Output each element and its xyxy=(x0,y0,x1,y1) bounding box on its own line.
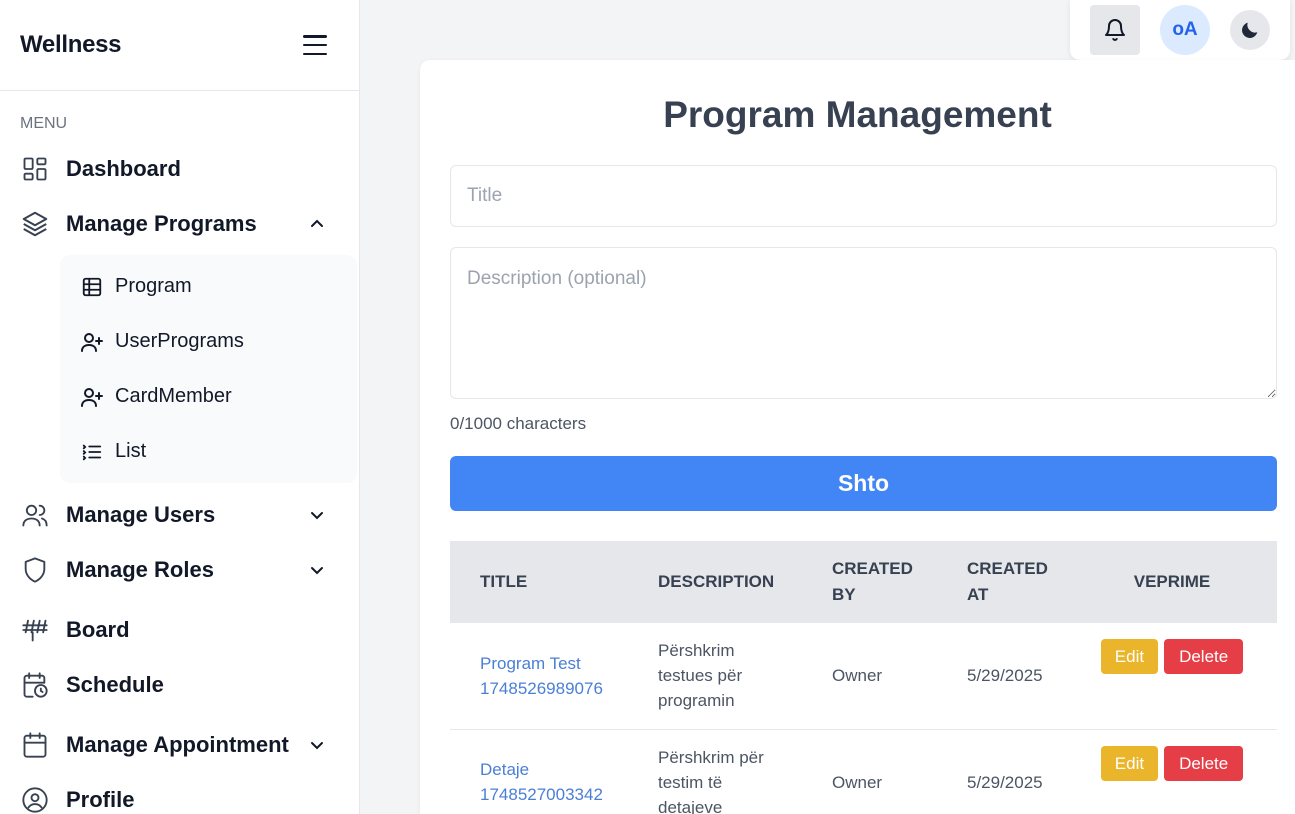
sidebar-subitem-userprograms[interactable]: UserPrograms xyxy=(60,314,357,369)
cell-line: detajeve xyxy=(658,797,723,814)
calendar-clock-icon xyxy=(20,670,50,700)
sidebar-subitem-cardmember[interactable]: CardMember xyxy=(60,369,357,424)
created-by-cell: Owner xyxy=(832,666,883,686)
sidebar-subitem-label: Program xyxy=(115,275,192,297)
page-title: Program Management xyxy=(663,94,1052,135)
cell-line: Përshkrim për xyxy=(658,747,764,767)
column-header-actions: VEPRIME xyxy=(1133,572,1211,591)
title-input[interactable] xyxy=(450,165,1277,227)
moon-icon xyxy=(1242,22,1258,38)
header-line: BY xyxy=(832,585,856,604)
cell-line: Përshkrim xyxy=(658,641,735,661)
program-description-cell: Përshkrim për testim të detajeve xyxy=(628,729,802,814)
created-at-cell: 5/29/2025 xyxy=(967,666,1043,686)
cell-line: testim të xyxy=(658,772,723,792)
list-icon xyxy=(80,440,104,464)
sidebar-item-manage-users[interactable]: Manage Users xyxy=(0,487,359,542)
brand-logo-text[interactable]: Wellness xyxy=(20,31,122,59)
sidebar: Wellness MENU Dashboard Manage Programs … xyxy=(0,0,360,814)
sidebar-subitem-list[interactable]: List xyxy=(60,424,357,479)
sidebar-subitem-label: UserPrograms xyxy=(115,330,244,352)
table-row: Detaje 1748527003342 Përshkrim për testim … xyxy=(450,729,1277,814)
cell-line: 1748526989076 xyxy=(480,678,603,698)
sidebar-item-dashboard[interactable]: Dashboard xyxy=(0,141,359,196)
cell-line: testues për xyxy=(658,666,743,686)
menu-section-label: MENU xyxy=(20,115,68,132)
bell-icon xyxy=(1105,19,1125,41)
table-icon xyxy=(80,275,104,299)
sidebar-item-manage-roles[interactable]: Manage Roles xyxy=(0,542,359,597)
sidebar-header: Wellness xyxy=(0,0,359,91)
table-header-row: TITLE DESCRIPTION CREATED BY CREATED AT VE… xyxy=(450,541,1277,623)
actions-cell: Edit Delete xyxy=(1067,729,1277,814)
sidebar-item-label: Manage Roles xyxy=(66,556,214,582)
layers-icon xyxy=(20,209,50,239)
column-header-title[interactable]: TITLE xyxy=(450,541,628,623)
sidebar-subitem-label: CardMember xyxy=(115,385,232,407)
edit-button[interactable]: Edit xyxy=(1100,639,1159,674)
programs-table: TITLE DESCRIPTION CREATED BY CREATED AT VE… xyxy=(450,541,1277,814)
created-at-cell: 5/29/2025 xyxy=(967,772,1043,792)
grid-icon xyxy=(20,154,50,184)
edit-button[interactable]: Edit xyxy=(1100,745,1159,781)
sidebar-item-label: Dashboard xyxy=(66,155,181,181)
add-program-button[interactable]: Shto xyxy=(450,456,1277,511)
cell-line: Program Test xyxy=(480,653,581,673)
cell-line: Detaje xyxy=(480,760,530,779)
chevron-up-icon[interactable] xyxy=(307,214,327,234)
notifications-button[interactable] xyxy=(1090,5,1140,55)
header-line: CREATED xyxy=(832,559,913,578)
sidebar-item-label: Manage Users xyxy=(66,501,216,527)
column-header-description[interactable]: DESCRIPTION xyxy=(628,541,802,623)
sidebar-item-manage-appointment[interactable]: Manage Appointment xyxy=(0,717,359,772)
column-header-created-by[interactable]: CREATED BY xyxy=(802,541,937,623)
users-icon xyxy=(20,500,50,530)
user-avatar-button[interactable]: oA xyxy=(1160,5,1210,55)
chevron-down-icon[interactable] xyxy=(307,560,327,580)
hamburger-menu-icon[interactable] xyxy=(303,35,327,55)
header-line: CREATED xyxy=(967,559,1048,578)
column-header-created-at[interactable]: CREATED AT xyxy=(937,541,1067,623)
cell-line: 1748527003342 xyxy=(480,785,603,804)
theme-toggle-button[interactable] xyxy=(1230,10,1270,50)
header-line: AT xyxy=(967,585,989,604)
shield-icon xyxy=(20,555,50,585)
program-description-cell: Përshkrim testues për programin xyxy=(628,623,802,729)
sidebar-item-board[interactable]: Board xyxy=(0,602,359,657)
character-counter: 0/1000 characters xyxy=(450,414,587,433)
sidebar-item-label: Profile xyxy=(66,786,135,812)
user-plus-icon xyxy=(80,385,104,409)
chevron-down-icon[interactable] xyxy=(307,505,327,525)
sidebar-subitem-program[interactable]: Program xyxy=(60,259,357,314)
sidebar-item-label: Manage Appointment xyxy=(66,731,289,757)
user-plus-icon xyxy=(80,330,104,354)
sidebar-subitem-label: List xyxy=(115,440,147,462)
delete-button[interactable]: Delete xyxy=(1164,639,1244,674)
sidebar-item-label: Board xyxy=(66,616,130,642)
program-title-link[interactable]: Detaje 1748527003342 xyxy=(450,729,628,814)
sidebar-item-label: Schedule xyxy=(66,671,164,697)
top-toolbar: oA xyxy=(1070,0,1290,60)
user-circle-icon xyxy=(20,785,50,814)
sidebar-item-schedule[interactable]: Schedule xyxy=(0,657,359,712)
chevron-down-icon[interactable] xyxy=(307,735,327,755)
cell-line: programin xyxy=(658,691,735,711)
actions-cell: Edit Delete xyxy=(1067,623,1277,729)
description-textarea[interactable] xyxy=(450,247,1277,399)
calendar-icon xyxy=(20,730,50,760)
board-icon xyxy=(20,615,50,645)
program-title-link[interactable]: Program Test 1748526989076 xyxy=(450,623,628,729)
submenu-manage-programs: Program UserPrograms CardMember List xyxy=(60,255,357,483)
program-management-card: Program Management 0/1000 characters Sht… xyxy=(420,60,1295,814)
created-by-cell: Owner xyxy=(832,772,883,792)
sidebar-item-profile[interactable]: Profile xyxy=(0,772,359,814)
delete-button[interactable]: Delete xyxy=(1164,745,1244,781)
sidebar-item-label: Manage Programs xyxy=(66,210,257,236)
sidebar-item-manage-programs[interactable]: Manage Programs xyxy=(0,196,359,251)
table-row: Program Test 1748526989076 Përshkrim testu… xyxy=(450,623,1277,729)
